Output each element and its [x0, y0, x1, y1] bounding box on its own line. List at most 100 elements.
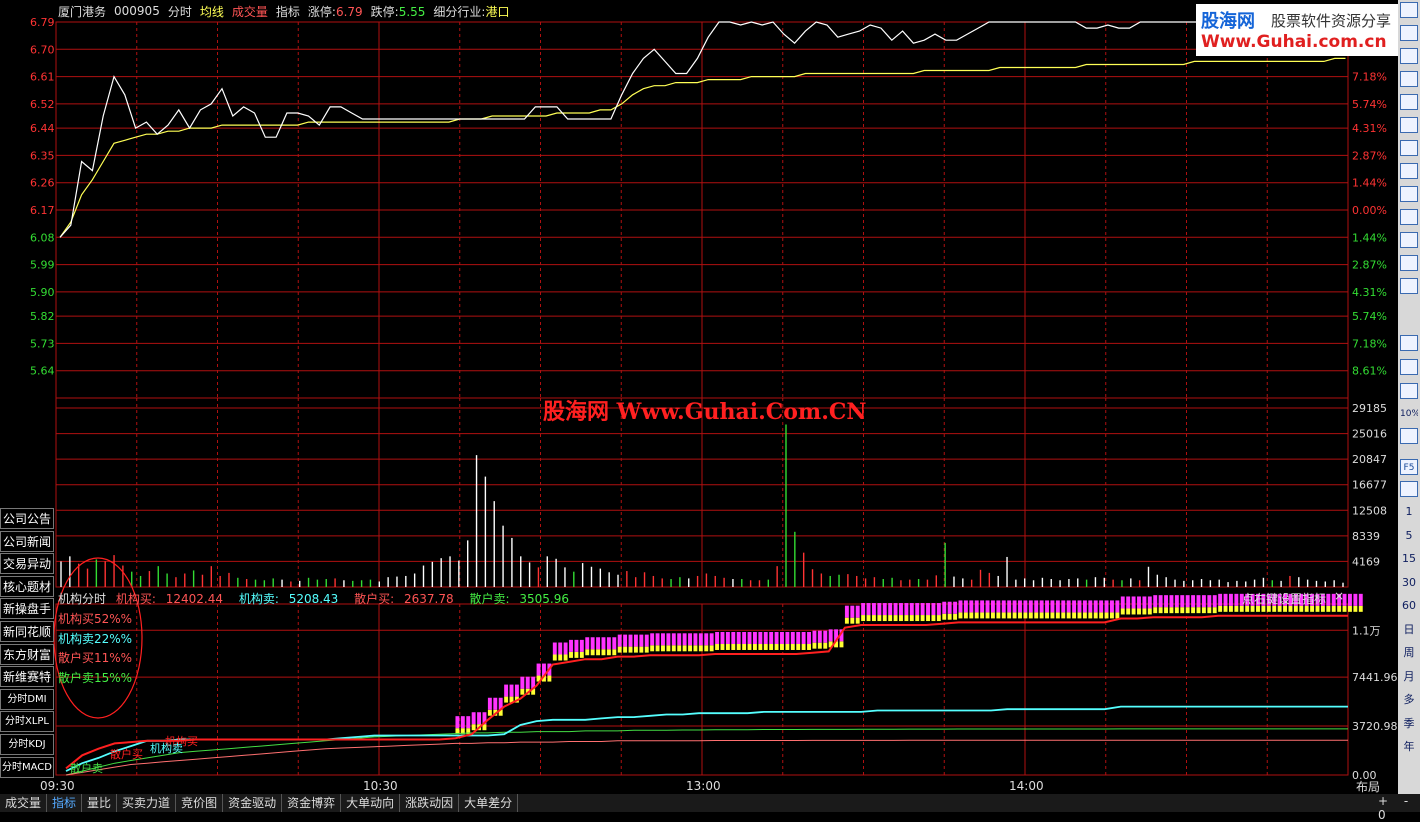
inst-buy-bar: [493, 697, 498, 710]
period-button[interactable]: 15: [1400, 551, 1418, 567]
inst-buy-bar: [1147, 596, 1152, 609]
period-button[interactable]: 年: [1400, 739, 1418, 755]
percent-toggle[interactable]: 10%: [1400, 406, 1418, 422]
bottom-tab[interactable]: 成交量: [0, 794, 48, 812]
indicator-label[interactable]: 指标: [276, 3, 300, 20]
zoom-icon[interactable]: [1400, 278, 1418, 294]
left-menu-item[interactable]: 分时XLPL: [0, 711, 54, 733]
pct-tick-label: 1.44%: [1352, 177, 1387, 190]
period-button[interactable]: 多: [1400, 692, 1418, 708]
bottom-tab[interactable]: 资金博弈: [282, 794, 342, 812]
retail-sell-bar: [942, 613, 947, 620]
left-menu-item[interactable]: 东方财富: [0, 643, 54, 665]
bottom-tab[interactable]: 大单动向: [341, 794, 401, 812]
inst-buy-bar: [666, 633, 671, 646]
retail-sell-bar: [644, 646, 649, 653]
inst-buy-bar: [871, 603, 876, 616]
inst-buy-bar: [579, 639, 584, 652]
period-button[interactable]: 季: [1400, 716, 1418, 732]
logo-brand: 股海网: [1201, 11, 1255, 32]
chart-icon[interactable]: [1400, 163, 1418, 179]
indicator-tick-label: 3720.98: [1352, 720, 1398, 733]
retail-sell-bar: [1164, 607, 1168, 614]
bottom-tab[interactable]: 量比: [82, 794, 118, 812]
pencil-icon[interactable]: [1400, 428, 1418, 444]
retail-sell-bar: [861, 615, 866, 622]
pct-tick-label: 1.44%: [1352, 231, 1387, 244]
f10-icon[interactable]: [1400, 255, 1418, 271]
inst-buy-bar: [514, 684, 519, 697]
retail-sell-bar: [720, 643, 725, 650]
retail-sell-bar: [893, 615, 898, 622]
indicator-hint[interactable]: 点右键设置指标: [1242, 590, 1326, 607]
zoom-controls[interactable]: + - 0: [1378, 794, 1420, 822]
period-icon[interactable]: [1400, 481, 1418, 497]
retail-sell-bar: [1147, 608, 1152, 615]
left-menu-item[interactable]: 核心题材: [0, 575, 54, 597]
inst-buy-bar: [574, 639, 579, 652]
inst-buy-bar: [1207, 595, 1212, 608]
left-menu-item[interactable]: 分时MACD: [0, 756, 54, 778]
inst-buy-bar: [801, 631, 806, 644]
list-icon[interactable]: [1400, 25, 1418, 41]
retail-sell-bar: [693, 645, 698, 652]
wave-icon[interactable]: [1400, 335, 1418, 351]
period-button[interactable]: 周: [1400, 645, 1418, 661]
table-icon[interactable]: [1400, 71, 1418, 87]
avg-line-label[interactable]: 均线: [200, 3, 224, 20]
retail-sell-bar: [850, 617, 855, 624]
candle-icon[interactable]: [1400, 117, 1418, 133]
inst-buy-bar: [1088, 600, 1093, 613]
period-button[interactable]: 5: [1400, 528, 1418, 544]
bottom-tab[interactable]: 指标: [47, 794, 83, 812]
retail-sell-bar: [866, 615, 871, 622]
industry-value[interactable]: 港口: [485, 3, 509, 20]
bottom-tab[interactable]: 竞价图: [176, 794, 224, 812]
left-menu-item[interactable]: 新操盘手: [0, 598, 54, 620]
f12-icon[interactable]: [1400, 232, 1418, 248]
fio-icon[interactable]: [1400, 186, 1418, 202]
trend-icon[interactable]: [1400, 94, 1418, 110]
wave3-icon[interactable]: [1400, 383, 1418, 399]
left-menu-item[interactable]: 新维赛特: [0, 666, 54, 688]
period-button[interactable]: 1: [1400, 504, 1418, 520]
left-menu-item[interactable]: 交易异动: [0, 553, 54, 575]
inst-buy-bar: [720, 631, 725, 644]
left-menu-item[interactable]: 公司新闻: [0, 530, 54, 552]
left-menu-item[interactable]: 分时DMI: [0, 688, 54, 710]
retail-sell-bar: [926, 615, 930, 622]
left-menu-item[interactable]: 分时KDJ: [0, 733, 54, 755]
retail-sell-bar: [796, 643, 801, 650]
arrow-icon[interactable]: [1400, 2, 1418, 18]
price-tick-label: 5.73: [30, 337, 55, 350]
stack-icon[interactable]: [1400, 140, 1418, 156]
stock-code[interactable]: 000905: [114, 4, 160, 18]
indicator-name[interactable]: 机构分时: [58, 592, 106, 606]
retail-sell-bar: [709, 645, 714, 652]
retail-sell-bar: [1050, 612, 1055, 619]
bottom-tab[interactable]: 涨跌动因: [400, 794, 460, 812]
period-button[interactable]: 30: [1400, 575, 1418, 591]
left-menu-item[interactable]: 新同花顺: [0, 620, 54, 642]
stock-name[interactable]: 厦门港务: [58, 3, 106, 20]
wave2-icon[interactable]: [1400, 359, 1418, 375]
bottom-tab[interactable]: 大单差分: [459, 794, 519, 812]
left-menu-item[interactable]: 公司公告: [0, 508, 54, 529]
bottom-tab[interactable]: 资金驱动: [223, 794, 283, 812]
period-button[interactable]: 日: [1400, 622, 1418, 638]
inst-buy-bar: [552, 642, 557, 655]
f5-button[interactable]: F5: [1400, 459, 1418, 475]
flow-icon[interactable]: [1400, 209, 1418, 225]
period-button[interactable]: 60: [1400, 598, 1418, 614]
period-button[interactable]: 月: [1400, 669, 1418, 685]
layout-button[interactable]: 布局: [1356, 778, 1380, 795]
inst-buy-bar: [590, 637, 595, 650]
volume-label[interactable]: 成交量: [232, 3, 268, 20]
retail-sell-bar: [801, 643, 806, 650]
close-indicator-button[interactable]: ×: [1334, 589, 1344, 603]
bottom-tab[interactable]: 买卖力道: [117, 794, 177, 812]
grid-icon[interactable]: [1400, 48, 1418, 64]
mode-label[interactable]: 分时: [168, 3, 192, 20]
retail-sell-bar: [1331, 605, 1336, 612]
indicator-tick-label: 1.1万: [1352, 624, 1381, 637]
